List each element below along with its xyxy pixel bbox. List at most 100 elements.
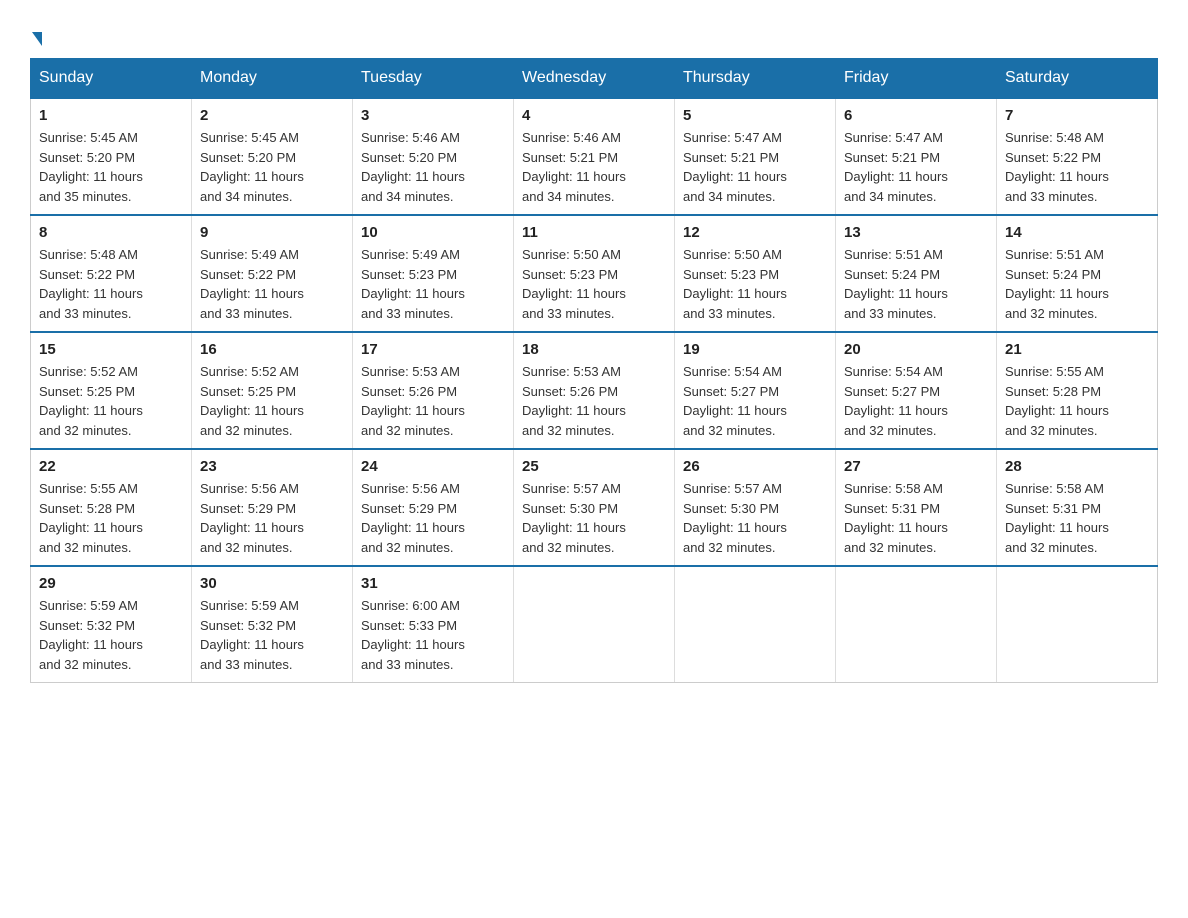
table-row: 29 Sunrise: 5:59 AMSunset: 5:32 PMDayligh… xyxy=(31,566,192,683)
col-monday: Monday xyxy=(192,59,353,99)
table-row: 12Sunrise: 5:50 AMSunset: 5:23 PMDayligh… xyxy=(675,215,836,332)
col-friday: Friday xyxy=(836,59,997,99)
table-row: 5 Sunrise: 5:47 AMSunset: 5:21 PMDaylight… xyxy=(675,98,836,215)
table-row: 28 Sunrise: 5:58 AMSunset: 5:31 PMDayligh… xyxy=(997,449,1158,566)
day-number: 20 xyxy=(844,341,988,358)
day-number: 30 xyxy=(200,575,344,592)
day-info: Sunrise: 5:49 AMSunset: 5:22 PMDaylight:… xyxy=(200,245,344,323)
calendar-week-row: 1 Sunrise: 5:45 AMSunset: 5:20 PMDaylight… xyxy=(31,98,1158,215)
day-info: Sunrise: 5:48 AMSunset: 5:22 PMDaylight:… xyxy=(39,245,183,323)
day-info: Sunrise: 5:57 AMSunset: 5:30 PMDaylight:… xyxy=(522,479,666,557)
day-number: 15 xyxy=(39,341,183,358)
table-row: 13 Sunrise: 5:51 AMSunset: 5:24 PMDayligh… xyxy=(836,215,997,332)
day-info: Sunrise: 5:58 AMSunset: 5:31 PMDaylight:… xyxy=(1005,479,1149,557)
col-saturday: Saturday xyxy=(997,59,1158,99)
day-info: Sunrise: 5:51 AMSunset: 5:24 PMDaylight:… xyxy=(1005,245,1149,323)
calendar-week-row: 22Sunrise: 5:55 AMSunset: 5:28 PMDayligh… xyxy=(31,449,1158,566)
day-number: 10 xyxy=(361,224,505,241)
table-row: 20 Sunrise: 5:54 AMSunset: 5:27 PMDayligh… xyxy=(836,332,997,449)
day-info: Sunrise: 5:50 AMSunset: 5:23 PMDaylight:… xyxy=(683,245,827,323)
day-number: 27 xyxy=(844,458,988,475)
day-number: 19 xyxy=(683,341,827,358)
col-tuesday: Tuesday xyxy=(353,59,514,99)
day-info: Sunrise: 5:54 AMSunset: 5:27 PMDaylight:… xyxy=(844,362,988,440)
table-row: 24 Sunrise: 5:56 AMSunset: 5:29 PMDayligh… xyxy=(353,449,514,566)
logo-triangle-icon xyxy=(32,32,42,46)
table-row: 23 Sunrise: 5:56 AMSunset: 5:29 PMDayligh… xyxy=(192,449,353,566)
table-row: 14 Sunrise: 5:51 AMSunset: 5:24 PMDayligh… xyxy=(997,215,1158,332)
day-number: 8 xyxy=(39,224,183,241)
table-row: 10 Sunrise: 5:49 AMSunset: 5:23 PMDayligh… xyxy=(353,215,514,332)
table-row xyxy=(514,566,675,683)
col-sunday: Sunday xyxy=(31,59,192,99)
table-row: 27 Sunrise: 5:58 AMSunset: 5:31 PMDayligh… xyxy=(836,449,997,566)
table-row: 2Sunrise: 5:45 AMSunset: 5:20 PMDaylight… xyxy=(192,98,353,215)
logo xyxy=(30,20,42,48)
col-wednesday: Wednesday xyxy=(514,59,675,99)
table-row xyxy=(997,566,1158,683)
day-number: 16 xyxy=(200,341,344,358)
day-info: Sunrise: 5:50 AMSunset: 5:23 PMDaylight:… xyxy=(522,245,666,323)
day-info: Sunrise: 5:57 AMSunset: 5:30 PMDaylight:… xyxy=(683,479,827,557)
table-row: 26 Sunrise: 5:57 AMSunset: 5:30 PMDayligh… xyxy=(675,449,836,566)
day-number: 1 xyxy=(39,107,183,124)
calendar-week-row: 29 Sunrise: 5:59 AMSunset: 5:32 PMDayligh… xyxy=(31,566,1158,683)
day-info: Sunrise: 6:00 AMSunset: 5:33 PMDaylight:… xyxy=(361,596,505,674)
day-number: 18 xyxy=(522,341,666,358)
day-number: 24 xyxy=(361,458,505,475)
logo-general-line xyxy=(30,20,42,48)
day-info: Sunrise: 5:47 AMSunset: 5:21 PMDaylight:… xyxy=(844,128,988,206)
day-info: Sunrise: 5:59 AMSunset: 5:32 PMDaylight:… xyxy=(200,596,344,674)
day-info: Sunrise: 5:58 AMSunset: 5:31 PMDaylight:… xyxy=(844,479,988,557)
table-row: 6 Sunrise: 5:47 AMSunset: 5:21 PMDaylight… xyxy=(836,98,997,215)
day-number: 28 xyxy=(1005,458,1149,475)
day-info: Sunrise: 5:53 AMSunset: 5:26 PMDaylight:… xyxy=(361,362,505,440)
day-number: 9 xyxy=(200,224,344,241)
day-number: 26 xyxy=(683,458,827,475)
day-info: Sunrise: 5:56 AMSunset: 5:29 PMDaylight:… xyxy=(200,479,344,557)
day-info: Sunrise: 5:59 AMSunset: 5:32 PMDaylight:… xyxy=(39,596,183,674)
table-row: 30 Sunrise: 5:59 AMSunset: 5:32 PMDayligh… xyxy=(192,566,353,683)
day-number: 21 xyxy=(1005,341,1149,358)
day-info: Sunrise: 5:55 AMSunset: 5:28 PMDaylight:… xyxy=(1005,362,1149,440)
day-number: 14 xyxy=(1005,224,1149,241)
day-number: 6 xyxy=(844,107,988,124)
day-number: 17 xyxy=(361,341,505,358)
day-number: 3 xyxy=(361,107,505,124)
day-info: Sunrise: 5:45 AMSunset: 5:20 PMDaylight:… xyxy=(200,128,344,206)
day-number: 31 xyxy=(361,575,505,592)
table-row: 22Sunrise: 5:55 AMSunset: 5:28 PMDayligh… xyxy=(31,449,192,566)
day-number: 23 xyxy=(200,458,344,475)
calendar-week-row: 15 Sunrise: 5:52 AMSunset: 5:25 PMDayligh… xyxy=(31,332,1158,449)
day-number: 11 xyxy=(522,224,666,241)
day-info: Sunrise: 5:48 AMSunset: 5:22 PMDaylight:… xyxy=(1005,128,1149,206)
table-row: 19Sunrise: 5:54 AMSunset: 5:27 PMDayligh… xyxy=(675,332,836,449)
day-number: 4 xyxy=(522,107,666,124)
day-info: Sunrise: 5:55 AMSunset: 5:28 PMDaylight:… xyxy=(39,479,183,557)
calendar-week-row: 8 Sunrise: 5:48 AMSunset: 5:22 PMDaylight… xyxy=(31,215,1158,332)
table-row: 4 Sunrise: 5:46 AMSunset: 5:21 PMDaylight… xyxy=(514,98,675,215)
table-row xyxy=(836,566,997,683)
day-info: Sunrise: 5:53 AMSunset: 5:26 PMDaylight:… xyxy=(522,362,666,440)
table-row: 16 Sunrise: 5:52 AMSunset: 5:25 PMDayligh… xyxy=(192,332,353,449)
table-row xyxy=(675,566,836,683)
table-row: 1 Sunrise: 5:45 AMSunset: 5:20 PMDaylight… xyxy=(31,98,192,215)
day-info: Sunrise: 5:47 AMSunset: 5:21 PMDaylight:… xyxy=(683,128,827,206)
day-number: 29 xyxy=(39,575,183,592)
day-info: Sunrise: 5:49 AMSunset: 5:23 PMDaylight:… xyxy=(361,245,505,323)
table-row: 9 Sunrise: 5:49 AMSunset: 5:22 PMDaylight… xyxy=(192,215,353,332)
day-info: Sunrise: 5:56 AMSunset: 5:29 PMDaylight:… xyxy=(361,479,505,557)
table-row: 8 Sunrise: 5:48 AMSunset: 5:22 PMDaylight… xyxy=(31,215,192,332)
table-row: 15Sunrise: 5:52 AMSunset: 5:25 PMDayligh… xyxy=(31,332,192,449)
day-number: 7 xyxy=(1005,107,1149,124)
day-number: 5 xyxy=(683,107,827,124)
day-info: Sunrise: 5:51 AMSunset: 5:24 PMDaylight:… xyxy=(844,245,988,323)
calendar-header-row: Sunday Monday Tuesday Wednesday Thursday… xyxy=(31,59,1158,99)
day-number: 13 xyxy=(844,224,988,241)
day-info: Sunrise: 5:46 AMSunset: 5:21 PMDaylight:… xyxy=(522,128,666,206)
col-thursday: Thursday xyxy=(675,59,836,99)
day-info: Sunrise: 5:52 AMSunset: 5:25 PMDaylight:… xyxy=(200,362,344,440)
table-row: 17 Sunrise: 5:53 AMSunset: 5:26 PMDayligh… xyxy=(353,332,514,449)
page-header xyxy=(30,20,1158,48)
day-info: Sunrise: 5:45 AMSunset: 5:20 PMDaylight:… xyxy=(39,128,183,206)
